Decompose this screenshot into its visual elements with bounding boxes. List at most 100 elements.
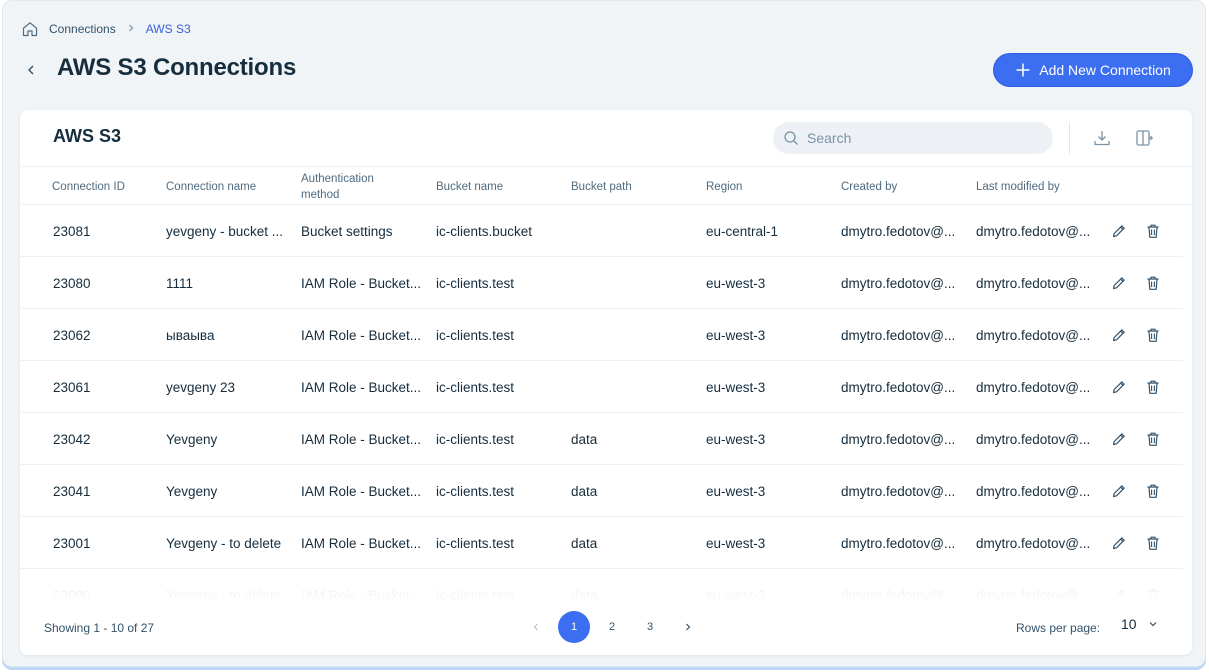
rows-per-page-value: 10: [1121, 616, 1137, 632]
breadcrumb-aws-s3[interactable]: AWS S3: [146, 22, 191, 36]
search-input[interactable]: [807, 130, 1027, 146]
column-header[interactable]: Created by: [841, 167, 966, 206]
cell-modified: dmytro.fedotov@...: [976, 223, 1091, 239]
plus-icon: [1015, 62, 1031, 78]
cell-bucket: ic-clients.test: [436, 431, 515, 447]
cell-name: Yevgeny: [166, 483, 218, 499]
cell-auth: Bucket settings: [301, 223, 393, 239]
card-title: AWS S3: [53, 126, 122, 146]
rows-per-page-label: Rows per page:: [1016, 621, 1101, 635]
delete-icon[interactable]: [1144, 222, 1162, 240]
cell-id: 23062: [53, 327, 91, 343]
cell-bucket: ic-clients.test: [436, 379, 515, 395]
page-1-button[interactable]: 1: [558, 611, 590, 643]
edit-icon[interactable]: [1110, 482, 1128, 500]
page-3-button[interactable]: 3: [634, 611, 666, 643]
cell-name: yevgeny - bucket ...: [166, 223, 284, 239]
cell-path: data: [571, 535, 598, 551]
table-row[interactable]: 23001 Yevgeny - to delete IAM Role - Bucke…: [20, 517, 1183, 569]
cell-bucket: ic-clients.bucket: [436, 223, 533, 239]
cell-id: 23080: [53, 275, 91, 291]
table-row[interactable]: 23080 1111 IAM Role - Bucket... ic-clients.…: [20, 257, 1183, 309]
cell-name: Yevgeny - to delete: [166, 535, 282, 551]
table-row[interactable]: 23081 yevgeny - bucket ... Bucket settings…: [20, 205, 1183, 257]
showing-count: Showing 1 - 10 of 27: [44, 621, 155, 635]
column-header[interactable]: Bucket path: [571, 167, 696, 206]
cell-path: [571, 361, 696, 413]
column-header[interactable]: Connection ID: [52, 167, 162, 206]
breadcrumb-connections[interactable]: Connections: [49, 22, 116, 36]
cell-region: eu-west-3: [706, 535, 766, 551]
cell-name: 1111: [166, 275, 194, 291]
cell-modified: dmytro.fedotov@...: [976, 431, 1091, 447]
chevron-right-icon: [126, 22, 136, 36]
cell-auth: IAM Role - Bucket...: [301, 535, 422, 551]
edit-icon[interactable]: [1110, 534, 1128, 552]
cell-bucket: ic-clients.test: [436, 327, 515, 343]
search-box[interactable]: [773, 122, 1053, 154]
cell-created: dmytro.fedotov@...: [841, 223, 956, 239]
home-icon[interactable]: [21, 20, 39, 38]
app-frame: Connections AWS S3 AWS S3 Connections Ad…: [2, 0, 1206, 667]
page-2-button[interactable]: 2: [596, 611, 628, 643]
delete-icon[interactable]: [1144, 482, 1162, 500]
column-header[interactable]: Connection name: [166, 167, 291, 206]
edit-icon[interactable]: [1110, 430, 1128, 448]
cell-created: dmytro.fedotov@...: [841, 535, 956, 551]
chevron-left-icon[interactable]: [520, 611, 552, 643]
edit-icon[interactable]: [1110, 274, 1128, 292]
cell-path: [571, 309, 696, 361]
edit-icon[interactable]: [1110, 222, 1128, 240]
cell-modified: dmytro.fedotov@...: [976, 483, 1091, 499]
delete-icon[interactable]: [1144, 378, 1162, 396]
customize-columns-icon[interactable]: [1134, 128, 1154, 148]
edit-icon[interactable]: [1110, 378, 1128, 396]
edit-icon[interactable]: [1110, 326, 1128, 344]
toolbar-divider: [1069, 122, 1070, 154]
cell-modified: dmytro.fedotov@...: [976, 327, 1091, 343]
rows-per-page-select[interactable]: 10: [1121, 616, 1159, 632]
cell-id: 23001: [53, 535, 91, 551]
scroll-fade: [20, 570, 1192, 602]
cell-auth: IAM Role - Bucket...: [301, 431, 422, 447]
connections-card: AWS S3 Connection ID Connection name Aut…: [20, 110, 1192, 655]
row-actions: [1110, 257, 1162, 309]
row-actions: [1110, 517, 1162, 569]
add-new-connection-button[interactable]: Add New Connection: [994, 54, 1192, 86]
cell-region: eu-west-3: [706, 327, 766, 343]
pagination: 1 2 3: [520, 610, 704, 644]
cell-modified: dmytro.fedotov@...: [976, 535, 1091, 551]
table-row[interactable]: 23061 yevgeny 23 IAM Role - Bucket... ic-cl…: [20, 361, 1183, 413]
cell-bucket: ic-clients.test: [436, 275, 515, 291]
cell-auth: IAM Role - Bucket...: [301, 327, 422, 343]
cell-region: eu-west-3: [706, 483, 766, 499]
search-icon: [783, 130, 799, 146]
table-row[interactable]: 23041 Yevgeny IAM Role - Bucket... ic-clien…: [20, 465, 1183, 517]
row-actions: [1110, 413, 1162, 465]
column-header[interactable]: Bucket name: [436, 167, 561, 206]
chevron-down-icon: [1147, 618, 1159, 630]
delete-icon[interactable]: [1144, 430, 1162, 448]
cell-auth: IAM Role - Bucket...: [301, 483, 422, 499]
cell-modified: dmytro.fedotov@...: [976, 379, 1091, 395]
delete-icon[interactable]: [1144, 274, 1162, 292]
cell-created: dmytro.fedotov@...: [841, 275, 956, 291]
cell-id: 23061: [53, 379, 91, 395]
column-header[interactable]: Last modified by: [976, 167, 1101, 206]
download-icon[interactable]: [1092, 128, 1112, 148]
chevron-right-icon[interactable]: [672, 611, 704, 643]
back-arrow-icon[interactable]: [23, 61, 39, 79]
column-header[interactable]: Region: [706, 167, 831, 206]
table-row[interactable]: 23062 ываыва IAM Role - Bucket... ic-client…: [20, 309, 1183, 361]
table-row[interactable]: 23042 Yevgeny IAM Role - Bucket... ic-clien…: [20, 413, 1183, 465]
row-actions: [1110, 361, 1162, 413]
cell-path: [571, 205, 696, 257]
delete-icon[interactable]: [1144, 326, 1162, 344]
cell-created: dmytro.fedotov@...: [841, 483, 956, 499]
cell-path: [571, 257, 696, 309]
delete-icon[interactable]: [1144, 534, 1162, 552]
cell-region: eu-west-3: [706, 275, 766, 291]
cell-name: ываыва: [166, 327, 215, 343]
column-header[interactable]: Authentication method: [301, 167, 391, 206]
row-actions: [1110, 465, 1162, 517]
